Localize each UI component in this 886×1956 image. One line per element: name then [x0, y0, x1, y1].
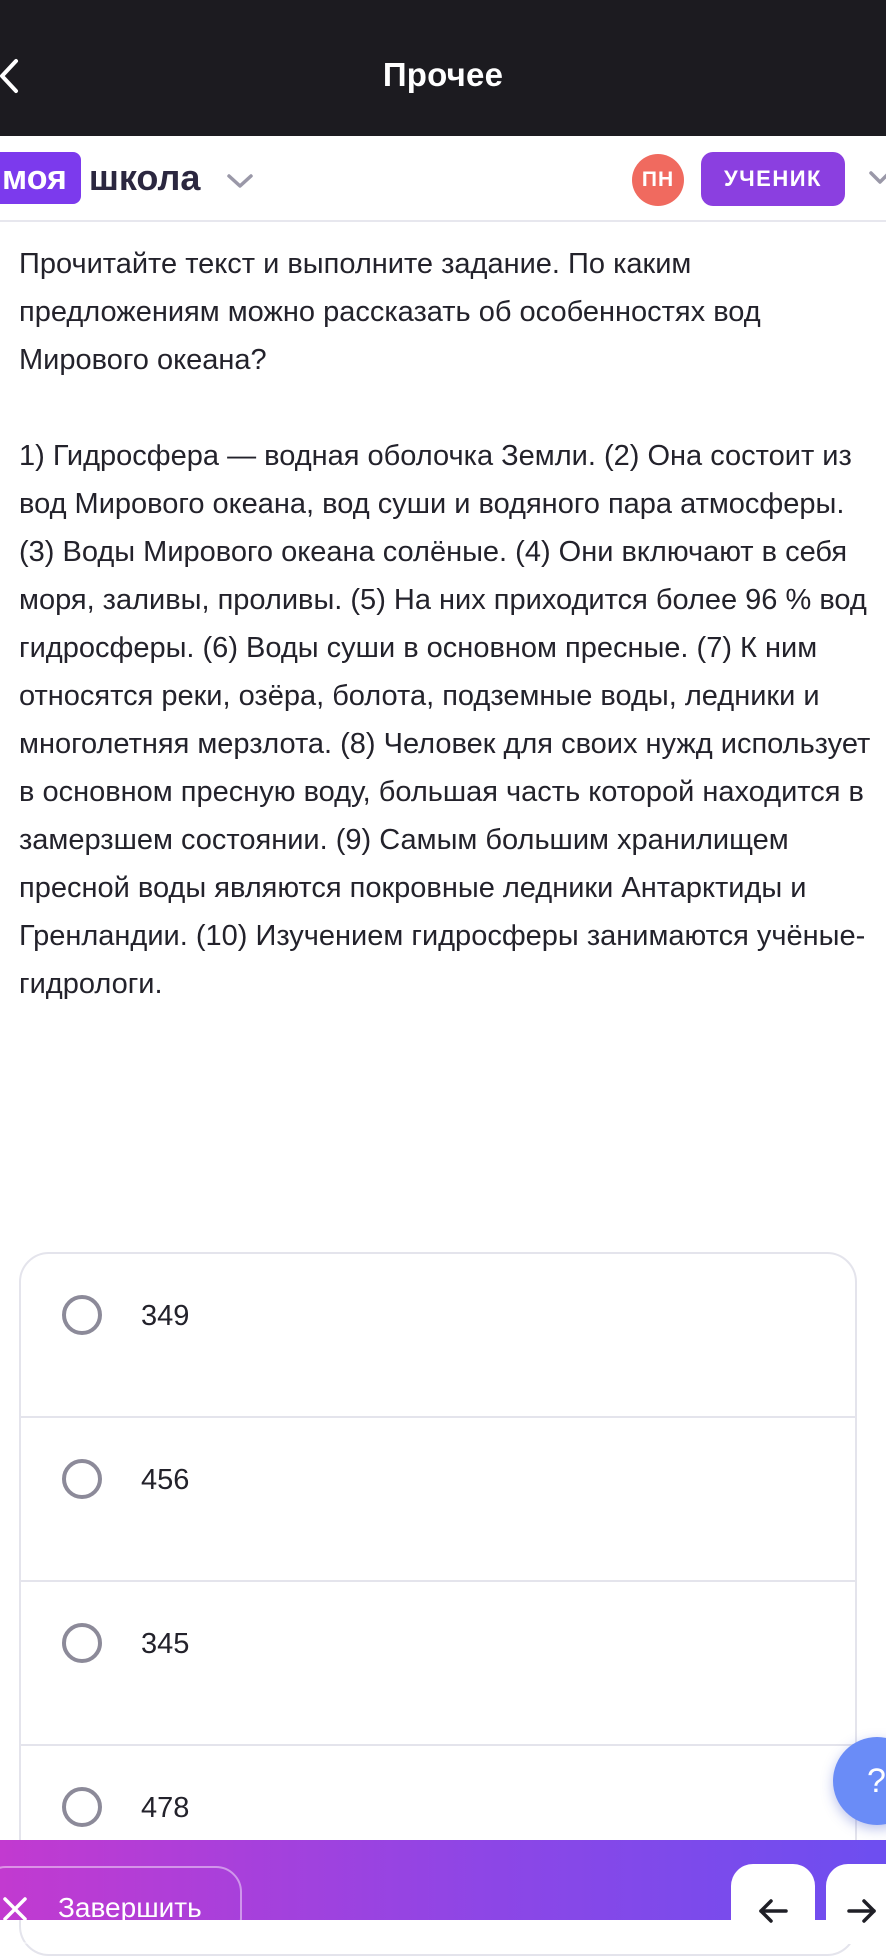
finish-button[interactable]: Завершить	[0, 1866, 242, 1944]
bottom-bar: Завершить	[0, 1840, 886, 1944]
page-title: Прочее	[382, 56, 504, 93]
school-bar: моя школа ПН УЧЕНИК	[0, 136, 886, 222]
role-badge[interactable]: УЧЕНИК	[701, 152, 845, 206]
question-text: 1) Гидросфера — водная оболочка Земли. (…	[19, 440, 871, 1000]
next-button[interactable]	[826, 1864, 886, 1944]
radio-button[interactable]	[62, 1295, 102, 1335]
role-chevron-down-icon[interactable]	[868, 170, 886, 186]
question-block: Прочитайте текст и выполните задание. По…	[19, 240, 871, 1008]
logo-shkola: школа	[88, 157, 201, 198]
previous-button[interactable]	[731, 1864, 815, 1944]
answer-option[interactable]: 456	[21, 1418, 855, 1582]
avatar[interactable]: ПН	[632, 154, 684, 206]
finish-label: Завершить	[58, 1892, 202, 1923]
option-label: 456	[141, 1464, 190, 1496]
close-icon	[3, 1897, 27, 1921]
radio-button[interactable]	[62, 1459, 102, 1499]
arrow-left-icon	[759, 1899, 788, 1923]
radio-button[interactable]	[62, 1787, 102, 1827]
option-label: 349	[141, 1300, 190, 1332]
option-label: 478	[141, 1792, 190, 1824]
chevron-down-icon[interactable]	[226, 173, 254, 189]
answer-option[interactable]: 349	[21, 1254, 855, 1418]
logo-moya: моя	[0, 152, 81, 204]
question-prompt: Прочитайте текст и выполните задание. По…	[19, 248, 761, 376]
answer-option[interactable]: 345	[21, 1582, 855, 1746]
radio-button[interactable]	[62, 1623, 102, 1663]
school-logo[interactable]: моя школа	[0, 152, 254, 204]
arrow-right-icon	[847, 1899, 876, 1923]
top-app-bar: Прочее	[0, 0, 886, 136]
option-label: 345	[141, 1628, 190, 1660]
